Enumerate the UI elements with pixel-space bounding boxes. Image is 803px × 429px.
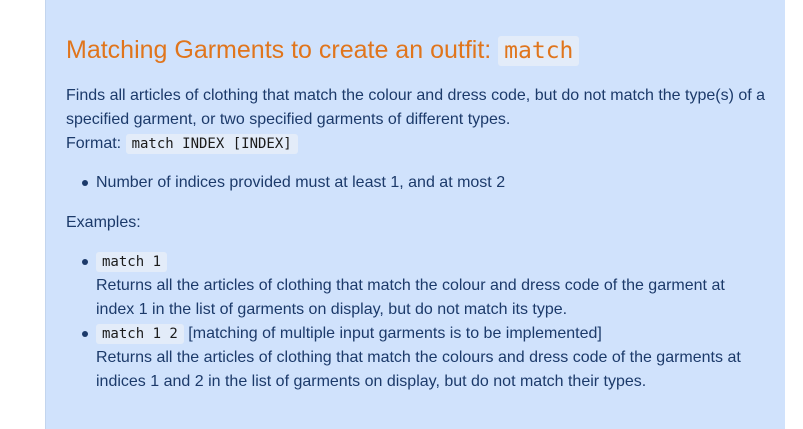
example-code: match 1 2 [96, 324, 184, 344]
bullet-icon [82, 259, 88, 265]
description-text: Finds all articles of clothing that matc… [66, 87, 766, 128]
example-description: Returns all the articles of clothing tha… [96, 277, 725, 318]
format-line: Format: match INDEX [INDEX] [66, 132, 766, 156]
example-description: Returns all the articles of clothing tha… [96, 349, 741, 390]
example-note: [matching of multiple input garments is … [183, 325, 602, 342]
example-item: match 1 2 [matching of multiple input ga… [66, 322, 766, 394]
description: Finds all articles of clothing that matc… [66, 84, 766, 156]
bullet-icon [82, 331, 88, 337]
example-header: match 1 [96, 250, 766, 274]
example-item: match 1 Returns all the articles of clot… [66, 250, 766, 322]
content-panel: Matching Garments to create an outfit: m… [45, 0, 785, 429]
section-heading: Matching Garments to create an outfit: m… [66, 30, 580, 71]
rule-item: Number of indices provided must at least… [66, 171, 766, 195]
examples-list: match 1 Returns all the articles of clot… [66, 250, 766, 394]
rule-text: Number of indices provided must at least… [96, 174, 506, 191]
section-heading-code: match [498, 36, 580, 66]
format-label: Format: [66, 135, 126, 152]
example-code: match 1 [96, 252, 168, 272]
section-heading-text: Matching Garments to create an outfit: [66, 36, 499, 64]
rules-list: Number of indices provided must at least… [66, 171, 766, 195]
examples-label: Examples: [66, 214, 141, 231]
example-header: match 1 2 [matching of multiple input ga… [96, 322, 766, 346]
format-code: match INDEX [INDEX] [125, 134, 298, 154]
bullet-icon [82, 180, 88, 186]
